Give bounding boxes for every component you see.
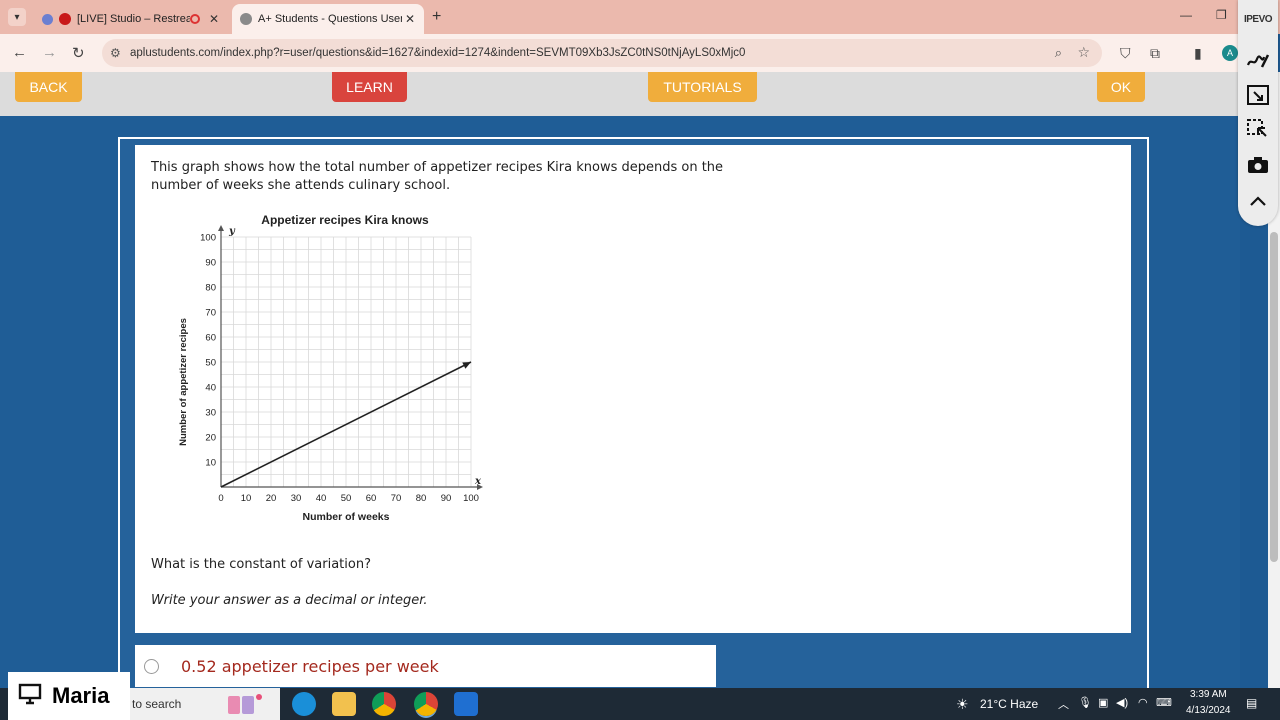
ipevo-logo: IPEVO [1243, 14, 1273, 25]
close-tab-icon[interactable]: ✕ [206, 12, 222, 26]
shield-icon[interactable]: ⛉ [1120, 45, 1131, 62]
line-chart: Appetizer recipes Kira knows y x Number … [178, 213, 483, 523]
answer-radio[interactable] [144, 658, 159, 674]
x-tick-label: 50 [341, 493, 352, 504]
maximize-icon[interactable]: ❐ [1216, 8, 1227, 22]
answer-option[interactable]: 0.52 appetizer recipes per week [135, 645, 716, 687]
tab-bar: ▾ [LIVE] Studio – Restream ✕ A+ Students… [0, 0, 1280, 34]
file-explorer-icon[interactable] [332, 692, 356, 716]
clock-date[interactable]: 4/13/2024 [1186, 705, 1231, 716]
chrome-icon[interactable] [372, 692, 396, 716]
search-highlight-icon [222, 692, 264, 716]
tab-label: [LIVE] Studio – Restream [77, 13, 190, 25]
back-arrow-icon[interactable]: ← [12, 44, 27, 61]
x-tick-label: 30 [291, 493, 302, 504]
back-button[interactable]: BACK [15, 72, 82, 102]
site-info-icon[interactable]: ⚙ [110, 46, 121, 60]
presenter-name: Maria [52, 683, 110, 708]
question-card: This graph shows how the total number of… [135, 145, 1131, 633]
restream-favicon-icon [42, 13, 53, 25]
edge-icon[interactable] [292, 692, 316, 716]
tab-search-menu-icon[interactable]: ▾ [8, 8, 26, 26]
x-tick-label: 0 [218, 493, 223, 504]
y-tick-label: 80 [205, 283, 216, 294]
tray-chevron-icon[interactable]: ︿ [1058, 696, 1069, 712]
learn-button[interactable]: LEARN [332, 72, 407, 102]
question-instruction: Write your answer as a decimal or intege… [151, 593, 428, 608]
question-prompt: This graph shows how the total number of… [151, 160, 724, 193]
clock-time[interactable]: 3:39 AM [1190, 689, 1227, 700]
x-tick-label: 70 [391, 493, 402, 504]
y-tick-label: 10 [205, 458, 216, 469]
y-tick-label: 90 [205, 258, 216, 269]
y-tick-label: 50 [205, 358, 216, 369]
answer-text: 0.52 appetizer recipes per week [181, 656, 439, 676]
presenter-label: Maria [8, 672, 130, 720]
new-tab-icon[interactable]: + [432, 8, 441, 26]
network-icon[interactable]: ▣ [1098, 696, 1108, 709]
url-field[interactable]: ⚙ aplustudents.com/index.php?r=user/ques… [102, 39, 1102, 67]
tab-restream[interactable]: [LIVE] Studio – Restream ✕ [34, 4, 228, 34]
volume-icon[interactable]: ◀) [1116, 696, 1128, 709]
live-record-icon [59, 13, 71, 25]
weather-text[interactable]: 21°C Haze [980, 697, 1038, 711]
search-text: to search [132, 697, 182, 711]
keyboard-icon[interactable]: ⌨ [1156, 696, 1172, 709]
y-tick-label: 100 [200, 233, 216, 244]
y-axis-label: Number of appetizer recipes [178, 318, 189, 446]
address-bar: ← → ↻ ⚙ aplustudents.com/index.php?r=use… [0, 34, 1240, 72]
profile-avatar[interactable]: A [1222, 45, 1238, 61]
y-tick-label: 40 [205, 383, 216, 394]
tab-label: A+ Students - Questions User [258, 13, 402, 25]
x-tick-label: 60 [366, 493, 377, 504]
y-axis-arrow [218, 225, 224, 231]
monitor-icon [18, 683, 42, 710]
chevron-up-icon[interactable] [1242, 186, 1274, 216]
x-tick-label: 20 [266, 493, 277, 504]
zoom-icon[interactable]: ⌕ [1055, 45, 1062, 61]
globe-icon [240, 13, 252, 25]
url-text: aplustudents.com/index.php?r=user/questi… [130, 47, 746, 59]
microphone-icon[interactable]: 🎙 [1078, 696, 1092, 709]
ipevo-toolbar: IPEVO [1238, 0, 1278, 226]
reload-icon[interactable]: ↻ [72, 44, 85, 62]
minimize-icon[interactable]: — [1180, 8, 1192, 22]
close-tab-icon[interactable]: ✕ [402, 12, 418, 26]
chrome-active-icon[interactable] [414, 692, 438, 716]
scrollbar-thumb[interactable] [1270, 232, 1278, 562]
recording-indicator-icon [190, 14, 200, 24]
y-tick-label: 60 [205, 333, 216, 344]
y-tick-label: 20 [205, 433, 216, 444]
forward-arrow-icon[interactable]: → [42, 44, 57, 61]
x-tick-label: 40 [316, 493, 327, 504]
bookmark-star-icon[interactable]: ☆ [1077, 44, 1090, 61]
page-nav-strip: BACK LEARN TUTORIALS OK [0, 72, 1240, 116]
tutorials-button[interactable]: TUTORIALS [648, 72, 757, 102]
select-area-icon[interactable] [1242, 114, 1274, 144]
x-tick-label: 100 [463, 493, 479, 504]
chart-title: Appetizer recipes Kira knows [261, 213, 429, 227]
ok-button[interactable]: OK [1097, 72, 1145, 102]
y-tick-label: 30 [205, 408, 216, 419]
y-tick-label: 70 [205, 308, 216, 319]
side-panel-icon[interactable]: ▮ [1194, 45, 1202, 62]
camera-icon[interactable] [1242, 150, 1274, 180]
question-ask: What is the constant of variation? [151, 557, 371, 572]
tab-questions[interactable]: A+ Students - Questions User ✕ [232, 4, 424, 34]
extensions-icon[interactable]: ⧉ [1150, 45, 1160, 62]
pen-icon[interactable] [1242, 46, 1274, 76]
app-icon[interactable] [454, 692, 478, 716]
x-axis-label: Number of weeks [303, 511, 390, 523]
x-tick-label: 80 [416, 493, 427, 504]
notification-icon[interactable]: ▤ [1246, 696, 1257, 710]
taskbar-search[interactable]: to search [130, 688, 280, 720]
x-tick-label: 10 [241, 493, 252, 504]
screen-capture-icon[interactable] [1242, 80, 1274, 110]
y-axis-letter: y [228, 226, 236, 237]
wifi-icon[interactable]: ◠ [1138, 696, 1148, 709]
weather-icon: ☀ [956, 696, 969, 712]
x-tick-label: 90 [441, 493, 452, 504]
